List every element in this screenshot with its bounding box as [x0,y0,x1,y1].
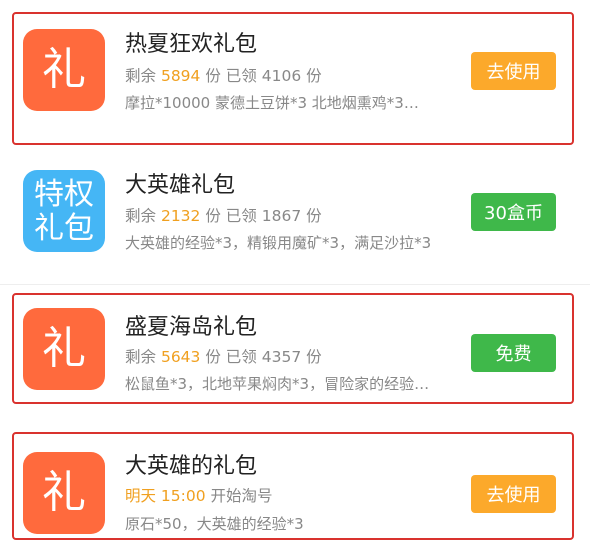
gift-card-big-hero-gift[interactable]: 礼 大英雄的礼包 明天 15:00 开始淘号 原石*50，大英雄的经验*3 去使… [0,432,590,540]
gift-stats: 剩余 5643 份 已领 4357 份 [125,348,322,366]
claimed-count: 4106 [261,67,302,85]
remaining-count: 5643 [160,348,201,366]
gift-icon: 礼 [23,29,105,111]
use-button[interactable]: 去使用 [471,475,556,513]
gift-icon: 礼 [23,308,105,390]
remaining-count: 5894 [160,67,201,85]
gift-contents: 大英雄的经验*3，精锻用魔矿*3，满足沙拉*3 [125,234,432,252]
gift-card-summer-island[interactable]: 礼 盛夏海岛礼包 剩余 5643 份 已领 4357 份 松鼠鱼*3，北地苹果焖… [0,293,590,404]
gift-card-hot-summer[interactable]: 礼 热夏狂欢礼包 剩余 5894 份 已领 4106 份 摩拉*10000 蒙德… [0,12,590,145]
remaining-count: 2132 [160,207,201,225]
gift-title: 大英雄的礼包 [125,454,258,479]
gift-card-big-hero[interactable]: 特权 礼包 大英雄礼包 剩余 2132 份 已领 1867 份 大英雄的经验*3… [0,152,590,284]
gift-contents: 原石*50，大英雄的经验*3 [125,515,304,533]
gift-stats: 剩余 2132 份 已领 1867 份 [125,207,322,225]
privilege-gift-icon: 特权 礼包 [23,170,105,252]
gift-icon: 礼 [23,452,105,534]
gift-contents: 摩拉*10000 蒙德土豆饼*3 北地烟熏鸡*3… [125,94,419,112]
free-button[interactable]: 免费 [471,334,556,372]
gift-schedule: 明天 15:00 开始淘号 [125,487,273,505]
divider [0,284,590,285]
claimed-count: 4357 [261,348,302,366]
gift-contents: 松鼠鱼*3，北地苹果焖肉*3，冒险家的经验… [125,375,430,393]
gift-title: 热夏狂欢礼包 [125,32,258,57]
gift-title: 大英雄礼包 [125,173,236,198]
gift-title: 盛夏海岛礼包 [125,315,258,340]
start-time: 明天 15:00 [125,487,206,505]
use-button[interactable]: 去使用 [471,52,556,90]
claimed-count: 1867 [261,207,302,225]
gift-stats: 剩余 5894 份 已领 4106 份 [125,67,322,85]
buy-coins-button[interactable]: 30盒币 [471,193,556,231]
